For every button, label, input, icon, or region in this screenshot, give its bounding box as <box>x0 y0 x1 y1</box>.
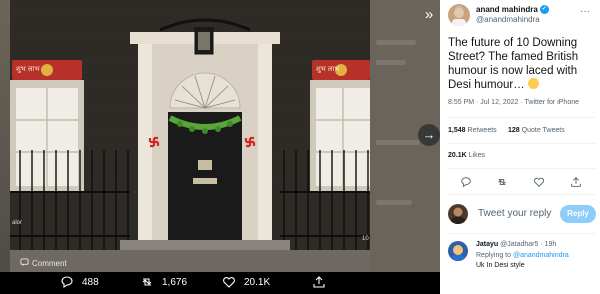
reply-author-avatar[interactable] <box>448 241 468 261</box>
divider <box>448 194 596 195</box>
retweet-icon[interactable] <box>496 176 508 188</box>
heart-icon <box>223 277 235 288</box>
retweet-icon <box>142 278 152 286</box>
media-viewer: शुभ लाभ शुभ लाभ alor 10 Comment » → 488 … <box>0 0 440 294</box>
author-name-text: anand mahindra <box>476 5 538 14</box>
sign-right-text: शुभ लाभ <box>316 65 340 73</box>
divider <box>448 143 596 144</box>
like-count: 20.1K <box>244 276 271 288</box>
retweet-count: 1,676 <box>162 276 188 288</box>
smiling-face-emoji-icon <box>527 78 539 89</box>
reply-author-line[interactable]: Jatayu @Jatadhar5 · 19h <box>476 241 556 248</box>
divider <box>448 168 596 169</box>
reply-icon <box>61 276 73 289</box>
double-chevron-right-icon: » <box>424 6 434 23</box>
share-icon[interactable] <box>570 176 582 188</box>
quotes-label: Quote Tweets <box>521 127 565 134</box>
sign-left-text: शुभ लाभ <box>16 65 40 73</box>
share-icon <box>313 276 325 288</box>
retweets-stat[interactable]: 1,548 Retweets <box>448 127 497 134</box>
author-name[interactable]: anand mahindra ✓ <box>476 5 549 14</box>
reply-time: · 19h <box>540 241 557 248</box>
replying-to-prefix: Replying to <box>476 252 512 259</box>
reply-author-name: Jatayu <box>476 241 499 248</box>
likes-stat[interactable]: 20.1K Likes <box>448 152 485 159</box>
next-image-button[interactable]: → <box>418 124 440 146</box>
reply-button[interactable]: Reply <box>560 205 596 223</box>
retweets-count: 1,548 <box>448 127 466 134</box>
comment-label-text: Comment <box>32 259 67 268</box>
photo-caption-left: alor <box>12 220 23 226</box>
divider <box>448 233 596 234</box>
media-like-button[interactable]: 20.1K <box>222 275 270 289</box>
tweet-text-body: The future of 10 Downing Street? The fam… <box>448 37 579 91</box>
likes-label: Likes <box>468 152 485 159</box>
author-handle[interactable]: @anandmahindra <box>476 15 540 24</box>
tweet-detail-panel: anand mahindra ✓ @anandmahindra ··· The … <box>440 0 600 294</box>
media-reply-button[interactable]: 488 <box>60 275 99 289</box>
reply-input[interactable]: Tweet your reply <box>478 208 551 219</box>
expand-panel-button[interactable]: » <box>418 4 440 26</box>
quotes-count: 128 <box>508 127 520 134</box>
tweet-timestamp[interactable]: 8:55 PM · Jul 12, 2022 · Twitter for iPh… <box>448 99 579 106</box>
reply-author-handle: @Jatadhar5 <box>500 241 539 248</box>
replying-to-line: Replying to @anandmahindra <box>476 252 569 259</box>
divider <box>448 117 596 118</box>
reply-icon[interactable] <box>460 176 472 188</box>
media-retweet-button[interactable]: 1,676 <box>140 275 187 289</box>
heart-icon[interactable] <box>533 176 545 188</box>
photo-caption-right: 10 <box>362 236 369 242</box>
current-user-avatar <box>448 204 468 224</box>
more-options-icon[interactable]: ··· <box>580 6 590 17</box>
author-avatar[interactable] <box>448 4 470 26</box>
tweet-photo[interactable] <box>10 0 370 272</box>
likes-count: 20.1K <box>448 152 467 159</box>
comment-icon <box>20 258 29 269</box>
verified-badge-icon: ✓ <box>539 5 549 14</box>
quote-tweets-stat[interactable]: 128 Quote Tweets <box>508 127 565 134</box>
retweets-label: Retweets <box>467 127 497 134</box>
tweet-text: The future of 10 Downing Street? The fam… <box>448 36 596 92</box>
reply-count: 488 <box>82 276 99 288</box>
replying-to-handle[interactable]: @anandmahindra <box>513 252 569 259</box>
media-share-button[interactable] <box>312 275 326 289</box>
media-action-bar: 488 1,676 20.1K <box>0 272 440 294</box>
arrow-right-icon: → <box>422 127 436 142</box>
reply-text: Uk In Desi style <box>476 262 525 269</box>
comment-toggle[interactable]: Comment <box>20 258 67 269</box>
